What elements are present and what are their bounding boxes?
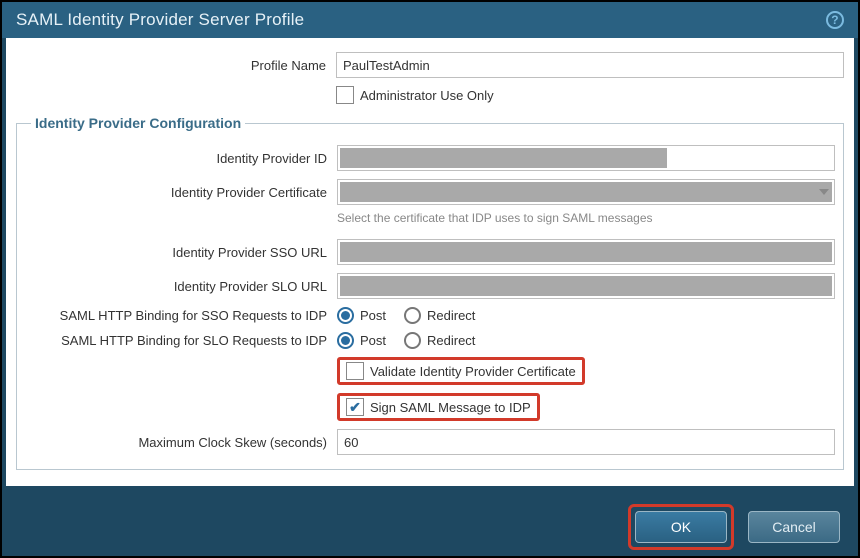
sign-msg-label: Sign SAML Message to IDP xyxy=(370,400,531,415)
slo-binding-label: SAML HTTP Binding for SLO Requests to ID… xyxy=(25,333,337,348)
slo-binding-redirect-radio[interactable]: Redirect xyxy=(404,332,475,349)
validate-cert-checkbox[interactable]: Validate Identity Provider Certificate xyxy=(346,362,576,380)
idp-slo-url-label: Identity Provider SLO URL xyxy=(25,279,337,294)
radio-icon xyxy=(404,332,421,349)
sso-binding-label: SAML HTTP Binding for SSO Requests to ID… xyxy=(25,308,337,323)
ok-button[interactable]: OK xyxy=(635,511,727,543)
validate-cert-highlight: Validate Identity Provider Certificate xyxy=(337,357,585,385)
dialog-footer: OK Cancel xyxy=(2,498,858,556)
admin-only-checkbox-wrap[interactable]: Administrator Use Only xyxy=(336,86,494,104)
clock-skew-label: Maximum Clock Skew (seconds) xyxy=(25,435,337,450)
admin-only-label: Administrator Use Only xyxy=(360,88,494,103)
cancel-button[interactable]: Cancel xyxy=(748,511,840,543)
radio-icon xyxy=(337,332,354,349)
idp-cert-hint: Select the certificate that IDP uses to … xyxy=(337,211,835,225)
dialog-title: SAML Identity Provider Server Profile xyxy=(16,10,304,30)
slo-binding-post-radio[interactable]: Post xyxy=(337,332,386,349)
checkbox-checked-icon xyxy=(346,398,364,416)
clock-skew-input[interactable] xyxy=(337,429,835,455)
sign-msg-checkbox[interactable]: Sign SAML Message to IDP xyxy=(346,398,531,416)
idp-id-input[interactable] xyxy=(337,145,835,171)
sign-msg-highlight: Sign SAML Message to IDP xyxy=(337,393,540,421)
help-icon[interactable]: ? xyxy=(826,11,844,29)
sso-binding-redirect-radio[interactable]: Redirect xyxy=(404,307,475,324)
idp-config-legend: Identity Provider Configuration xyxy=(31,115,245,131)
checkbox-icon xyxy=(346,362,364,380)
sso-binding-post-radio[interactable]: Post xyxy=(337,307,386,324)
radio-icon xyxy=(337,307,354,324)
idp-sso-url-label: Identity Provider SSO URL xyxy=(25,245,337,260)
profile-name-input[interactable] xyxy=(336,52,844,78)
idp-cert-label: Identity Provider Certificate xyxy=(25,185,337,200)
checkbox-icon xyxy=(336,86,354,104)
profile-name-label: Profile Name xyxy=(16,58,336,73)
dialog-body: Profile Name Administrator Use Only Iden… xyxy=(6,38,854,486)
idp-id-label: Identity Provider ID xyxy=(25,151,337,166)
idp-slo-url-input[interactable] xyxy=(337,273,835,299)
ok-button-highlight: OK xyxy=(628,504,734,550)
idp-sso-url-input[interactable] xyxy=(337,239,835,265)
radio-icon xyxy=(404,307,421,324)
idp-cert-dropdown[interactable] xyxy=(337,179,835,205)
dialog-titlebar: SAML Identity Provider Server Profile ? xyxy=(2,2,858,38)
idp-config-fieldset: Identity Provider Configuration Identity… xyxy=(16,115,844,470)
validate-cert-label: Validate Identity Provider Certificate xyxy=(370,364,576,379)
